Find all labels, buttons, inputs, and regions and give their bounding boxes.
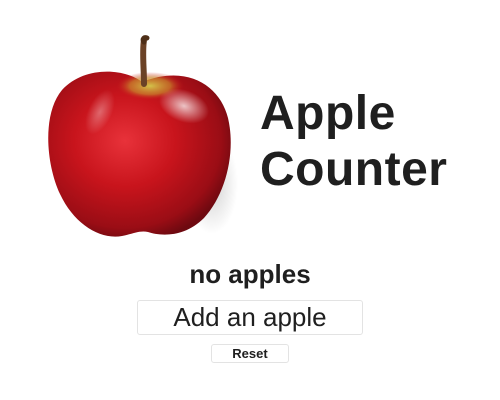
add-apple-button[interactable]: Add an apple xyxy=(137,300,363,335)
reset-button[interactable]: Reset xyxy=(211,344,289,363)
apple-counter-page: Apple Counter no apples Add an apple Res… xyxy=(0,0,500,400)
apple-icon xyxy=(48,35,238,237)
page-title: Apple Counter xyxy=(260,86,490,198)
title-line-1: Apple xyxy=(260,87,396,140)
apple-count-text: no apples xyxy=(189,259,311,289)
title-line-2: Counter xyxy=(260,143,448,196)
